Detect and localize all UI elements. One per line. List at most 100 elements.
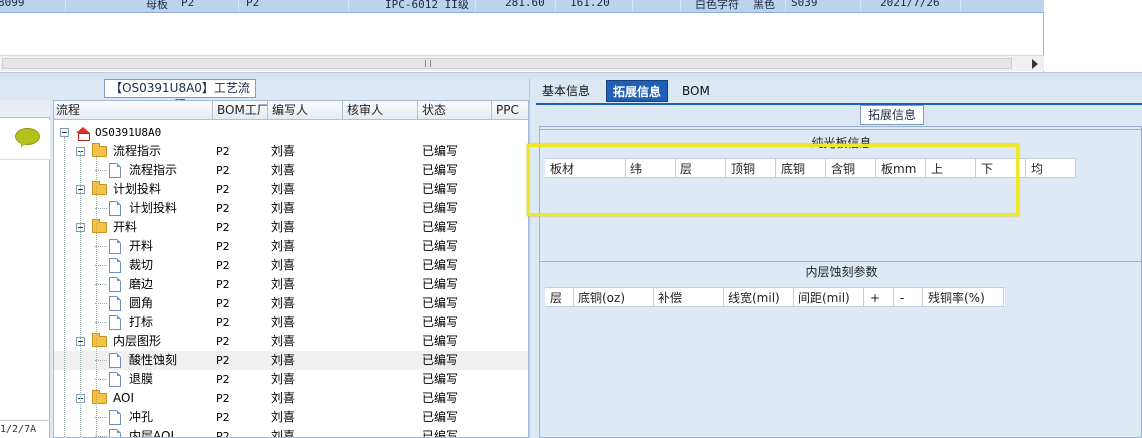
tree-step-row[interactable]: 退膜 P2 刘喜 已编写 [54, 370, 528, 389]
process-tree[interactable]: 流程 BOM工厂 编写人 核审人 状态 PPC OS0391U8A0 流程指示 P2… [53, 100, 529, 438]
tab-underline [536, 103, 1142, 105]
tree-node-label: 流程指示 [113, 144, 162, 158]
tree-step-row[interactable]: 打标 P2 刘喜 已编写 [54, 313, 528, 332]
author-cell: 刘喜 [271, 372, 296, 386]
grid-cell: P2 [181, 0, 195, 9]
col-header[interactable]: 线宽(mil) [728, 288, 780, 308]
author-cell: 刘喜 [271, 144, 296, 158]
scrollbar-thumb[interactable] [2, 58, 1012, 69]
document-icon [109, 258, 121, 273]
tree-step-row[interactable]: 磨边 P2 刘喜 已编写 [54, 275, 528, 294]
folder-icon [92, 219, 107, 233]
tab-extended-info[interactable]: 拓展信息 [606, 80, 669, 102]
col-header[interactable]: 层 [550, 288, 562, 308]
vertical-splitter[interactable] [529, 78, 536, 438]
document-icon [109, 372, 121, 387]
tree-node-label: 内层AOI [129, 429, 174, 438]
horizontal-scrollbar[interactable] [0, 55, 1044, 71]
col-header[interactable]: 残铜率(%) [928, 288, 985, 308]
grid-cell: 161.20 [570, 0, 610, 9]
tree-step-row[interactable]: 裁切 P2 刘喜 已编写 [54, 256, 528, 275]
grid-cell: 白色字符 [695, 0, 739, 11]
status-cell: 已编写 [422, 410, 459, 424]
tree-step-row[interactable]: 计划投料 P2 刘喜 已编写 [54, 199, 528, 218]
tree-folder-row[interactable]: 计划投料 P2 刘喜 已编写 [54, 180, 528, 199]
tree-node-label: 磨边 [129, 277, 154, 291]
factory-cell: P2 [216, 392, 230, 405]
factory-cell: P2 [216, 145, 230, 158]
status-cell: 已编写 [422, 220, 459, 234]
tab-bom[interactable]: BOM [676, 80, 716, 102]
factory-cell: P2 [216, 335, 230, 348]
tree-root-row[interactable]: OS0391U8A0 [54, 123, 528, 142]
author-cell: 刘喜 [271, 353, 296, 367]
tree-node-label: 酸性蚀刻 [129, 353, 178, 367]
status-cell: 已编写 [422, 163, 459, 177]
records-grid-selected-row[interactable]: 8099 母板 P2 P2 IPC-6012 II级 281.60 161.20… [0, 0, 1044, 13]
status-cell: 已编写 [422, 201, 459, 215]
comment-icon[interactable] [15, 128, 40, 148]
folder-icon [92, 390, 107, 404]
factory-cell: P2 [216, 354, 230, 367]
factory-cell: P2 [216, 430, 230, 438]
tree-step-row[interactable]: 流程指示 P2 刘喜 已编写 [54, 161, 528, 180]
factory-cell: P2 [216, 411, 230, 424]
col-header-flow[interactable]: 流程 [56, 101, 80, 120]
tree-step-row[interactable]: 圆角 P2 刘喜 已编写 [54, 294, 528, 313]
col-header-factory[interactable]: BOM工厂 [217, 101, 269, 120]
tree-node-label: 开料 [129, 239, 154, 253]
status-cell: 已编写 [422, 315, 459, 329]
side-strip-footer: 1/2/7A [0, 420, 50, 438]
process-flow-caption: 【OS0391U8A0】工艺流程 [104, 79, 256, 112]
collapse-icon[interactable] [60, 128, 69, 137]
inner-etching-grid-header: 层 底铜(oz) 补偿 线宽(mil) 间距(mil) + - 残铜率(%) [545, 287, 1005, 307]
col-header[interactable]: 补偿 [658, 288, 682, 308]
group-title-inner-etching: 内层蚀刻参数 [805, 265, 878, 279]
tree-node-label: 计划投料 [113, 182, 162, 196]
col-header[interactable]: 间距(mil) [798, 288, 850, 308]
status-cell: 已编写 [422, 353, 459, 367]
arrow-right-icon[interactable] [1032, 59, 1038, 69]
tree-node-label: 裁切 [129, 258, 154, 272]
tree-node-label: 计划投料 [129, 201, 178, 215]
grid-cell: 8099 [0, 0, 25, 9]
divider [540, 129, 1142, 130]
status-cell: 已编写 [422, 144, 459, 158]
factory-cell: P2 [216, 316, 230, 329]
document-icon [109, 410, 121, 425]
author-cell: 刘喜 [271, 296, 296, 310]
col-header-ppc[interactable]: PPC [496, 101, 519, 120]
author-cell: 刘喜 [271, 258, 296, 272]
tree-step-row[interactable]: 开料 P2 刘喜 已编写 [54, 237, 528, 256]
col-header[interactable]: 底铜(oz) [578, 288, 625, 308]
details-tabs: 基本信息 拓展信息 BOM [536, 80, 1142, 104]
tree-step-row[interactable]: 冲孔 P2 刘喜 已编写 [54, 408, 528, 427]
document-icon [109, 315, 121, 330]
col-header-reviewer[interactable]: 核审人 [347, 101, 383, 120]
grid-cell: 2021/7/26 [880, 0, 940, 9]
tree-root-label: OS0391U8A0 [95, 126, 162, 139]
tree-folder-row[interactable]: 内层图形 P2 刘喜 已编写 [54, 332, 528, 351]
tree-step-row[interactable]: 酸性蚀刻 P2 刘喜 已编写 [54, 351, 528, 370]
col-header[interactable]: 均 [1031, 159, 1043, 179]
factory-cell: P2 [216, 164, 230, 177]
tab-basic-info[interactable]: 基本信息 [536, 80, 596, 102]
tree-folder-row[interactable]: 流程指示 P2 刘喜 已编写 [54, 142, 528, 161]
document-icon [109, 296, 121, 311]
tree-folder-row[interactable]: 开料 P2 刘喜 已编写 [54, 218, 528, 237]
grid-cell: 黑色 [753, 0, 775, 11]
tree-node-label: 流程指示 [129, 163, 178, 177]
status-cell: 已编写 [422, 429, 459, 438]
col-header-status[interactable]: 状态 [422, 101, 446, 120]
home-icon [76, 127, 90, 141]
tree-step-row[interactable]: 内层AOI P2 刘喜 已编写 [54, 427, 528, 438]
status-cell: 已编写 [422, 296, 459, 310]
col-header-author[interactable]: 编写人 [272, 101, 308, 120]
factory-cell: P2 [216, 221, 230, 234]
document-icon [109, 163, 121, 178]
factory-cell: P2 [216, 183, 230, 196]
tree-node-label: 冲孔 [129, 410, 154, 424]
col-header[interactable]: + [870, 288, 880, 308]
tree-folder-row[interactable]: AOI P2 刘喜 已编写 [54, 389, 528, 408]
col-header[interactable]: - [900, 288, 904, 308]
